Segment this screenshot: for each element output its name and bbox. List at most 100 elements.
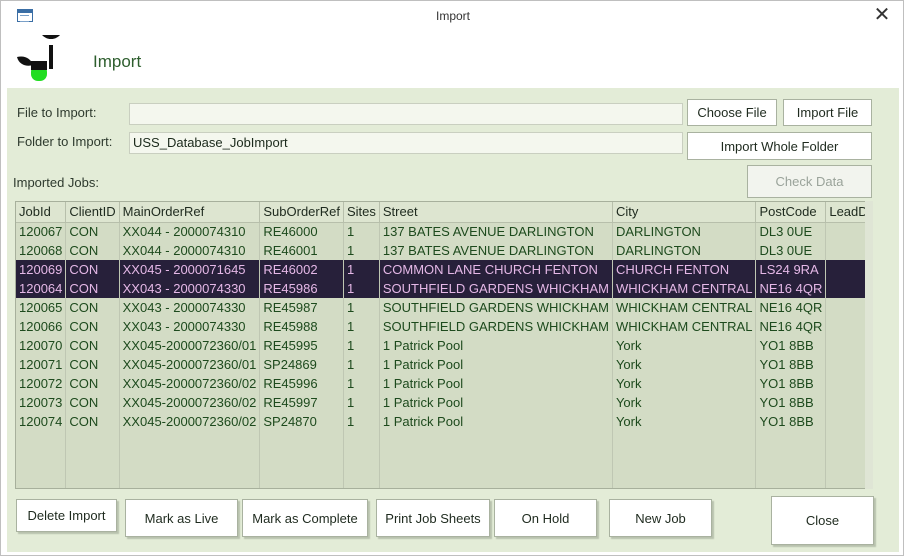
table-cell[interactable]: YO1 8BB (755, 412, 827, 431)
table-cell[interactable]: 1 Patrick Pool (379, 412, 613, 431)
table-cell[interactable]: 120074 (16, 412, 67, 431)
table-cell[interactable]: NE16 4QR (755, 317, 827, 336)
table-cell[interactable]: 120068 (16, 241, 67, 260)
table-cell[interactable]: 120071 (16, 355, 67, 374)
vertical-scrollbar[interactable] (865, 201, 873, 489)
table-cell[interactable]: 1 (343, 412, 380, 431)
table-cell[interactable]: 1 (343, 260, 380, 279)
table-cell[interactable]: WHICKHAM CENTRAL (612, 298, 757, 317)
table-row[interactable]: 120072 CON XX045-2000072360/02 RE45996 1 1 Pa… (16, 374, 872, 393)
table-cell[interactable]: 1 (343, 336, 380, 355)
table-cell[interactable]: York (612, 374, 757, 393)
folder-to-import-field[interactable]: USS_Database_JobImport (129, 132, 683, 154)
table-cell[interactable]: DL3 0UE (755, 241, 827, 260)
jobs-datasheet[interactable]: JobId ClientID MainOrderRef SubOrderRef Site… (16, 202, 872, 488)
table-row[interactable]: 120069 CON XX045 - 2000071645 RE46002 1 COMMO… (16, 260, 872, 279)
choose-file-button[interactable]: Choose File (687, 99, 777, 126)
table-cell[interactable]: 120070 (16, 336, 67, 355)
column-header[interactable]: SubOrderRef (259, 202, 344, 223)
import-file-button[interactable]: Import File (783, 99, 872, 126)
table-cell[interactable]: RE46002 (259, 260, 344, 279)
table-cell[interactable]: DARLINGTON (612, 241, 757, 260)
table-row[interactable]: 120071 CON XX045-2000072360/01 SP24869 1 1 Pa… (16, 355, 872, 374)
table-cell[interactable]: SP24870 (259, 412, 344, 431)
table-row[interactable]: 120067 CON XX044 - 2000074310 RE46000 1 137 B… (16, 222, 872, 241)
table-cell[interactable]: RE46001 (259, 241, 344, 260)
table-cell[interactable]: YO1 8BB (755, 374, 827, 393)
table-cell[interactable]: CON (65, 317, 120, 336)
close-button[interactable]: Close (771, 496, 874, 545)
table-cell[interactable]: RE46000 (259, 222, 344, 241)
table-cell[interactable]: SOUTHFIELD GARDENS WHICKHAM (379, 317, 613, 336)
table-row[interactable]: 120068 CON XX044 - 2000074310 RE46001 1 137 B… (16, 241, 872, 260)
table-cell[interactable]: XX043 - 2000074330 (119, 279, 261, 298)
table-cell[interactable]: 120073 (16, 393, 67, 412)
table-cell[interactable]: XX043 - 2000074330 (119, 298, 261, 317)
table-cell[interactable]: 120066 (16, 317, 67, 336)
table-cell[interactable]: York (612, 336, 757, 355)
table-cell[interactable]: CON (65, 393, 120, 412)
table-cell[interactable]: XX043 - 2000074330 (119, 317, 261, 336)
table-cell[interactable]: CON (65, 355, 120, 374)
table-cell[interactable]: SOUTHFIELD GARDENS WHICKHAM (379, 279, 613, 298)
table-cell[interactable]: 1 (343, 374, 380, 393)
column-header[interactable]: MainOrderRef (119, 202, 261, 223)
table-row[interactable]: 120070 CON XX045-2000072360/01 RE45995 1 1 Pa… (16, 336, 872, 355)
table-cell[interactable]: CON (65, 412, 120, 431)
table-cell[interactable]: XX044 - 2000074310 (119, 222, 261, 241)
table-cell[interactable]: CON (65, 336, 120, 355)
table-cell[interactable]: 1 (343, 279, 380, 298)
table-row[interactable]: 120066 CON XX043 - 2000074330 RE45988 1 SOUTH… (16, 317, 872, 336)
table-cell[interactable]: SP24869 (259, 355, 344, 374)
table-cell[interactable]: 1 (343, 298, 380, 317)
column-header[interactable]: JobId (16, 202, 67, 223)
table-cell[interactable]: XX045-2000072360/01 (119, 336, 261, 355)
table-cell[interactable]: York (612, 393, 757, 412)
table-cell[interactable]: 120072 (16, 374, 67, 393)
table-cell[interactable]: RE45997 (259, 393, 344, 412)
table-cell[interactable]: 1 Patrick Pool (379, 393, 613, 412)
table-row[interactable]: 120074 CON XX045-2000072360/02 SP24870 1 1 Pa… (16, 412, 872, 431)
table-cell[interactable]: LS24 9RA (755, 260, 827, 279)
column-header[interactable]: Street (379, 202, 613, 223)
table-cell[interactable]: WHICKHAM CENTRAL (612, 317, 757, 336)
table-cell[interactable]: CON (65, 298, 120, 317)
column-header[interactable]: Sites (343, 202, 380, 223)
table-cell[interactable]: XX044 - 2000074310 (119, 241, 261, 260)
table-cell[interactable]: RE45995 (259, 336, 344, 355)
table-cell[interactable]: CON (65, 279, 120, 298)
table-cell[interactable]: RE45987 (259, 298, 344, 317)
mark-as-live-button[interactable]: Mark as Live (125, 499, 238, 537)
table-cell[interactable]: DL3 0UE (755, 222, 827, 241)
table-cell[interactable]: XX045-2000072360/02 (119, 374, 261, 393)
check-data-button[interactable]: Check Data (747, 165, 872, 198)
table-cell[interactable]: XX045-2000072360/02 (119, 393, 261, 412)
table-row[interactable]: 120065 CON XX043 - 2000074330 RE45987 1 SOUTH… (16, 298, 872, 317)
table-cell[interactable]: CON (65, 222, 120, 241)
import-whole-folder-button[interactable]: Import Whole Folder (687, 132, 872, 160)
table-cell[interactable]: RE45986 (259, 279, 344, 298)
new-job-button[interactable]: New Job (609, 499, 712, 537)
table-cell[interactable]: YO1 8BB (755, 355, 827, 374)
file-to-import-field[interactable] (129, 103, 683, 125)
table-cell[interactable]: XX045 - 2000071645 (119, 260, 261, 279)
table-cell[interactable]: CHURCH FENTON (612, 260, 757, 279)
table-cell[interactable]: 120067 (16, 222, 67, 241)
table-cell[interactable]: RE45988 (259, 317, 344, 336)
table-cell[interactable]: 120065 (16, 298, 67, 317)
table-cell[interactable]: York (612, 412, 757, 431)
table-cell[interactable]: XX045-2000072360/02 (119, 412, 261, 431)
on-hold-button[interactable]: On Hold (494, 499, 597, 537)
table-cell[interactable]: RE45996 (259, 374, 344, 393)
table-cell[interactable]: WHICKHAM CENTRAL (612, 279, 757, 298)
table-cell[interactable]: SOUTHFIELD GARDENS WHICKHAM (379, 298, 613, 317)
table-cell[interactable]: 120064 (16, 279, 67, 298)
table-cell[interactable]: 137 BATES AVENUE DARLINGTON (379, 241, 613, 260)
column-header[interactable]: ClientID (65, 202, 120, 223)
table-cell[interactable]: 1 Patrick Pool (379, 355, 613, 374)
table-cell[interactable]: XX045-2000072360/01 (119, 355, 261, 374)
delete-import-button[interactable]: Delete Import (16, 499, 117, 532)
print-job-sheets-button[interactable]: Print Job Sheets (376, 499, 490, 537)
column-header[interactable]: PostCode (755, 202, 827, 223)
table-cell[interactable]: NE16 4QR (755, 298, 827, 317)
